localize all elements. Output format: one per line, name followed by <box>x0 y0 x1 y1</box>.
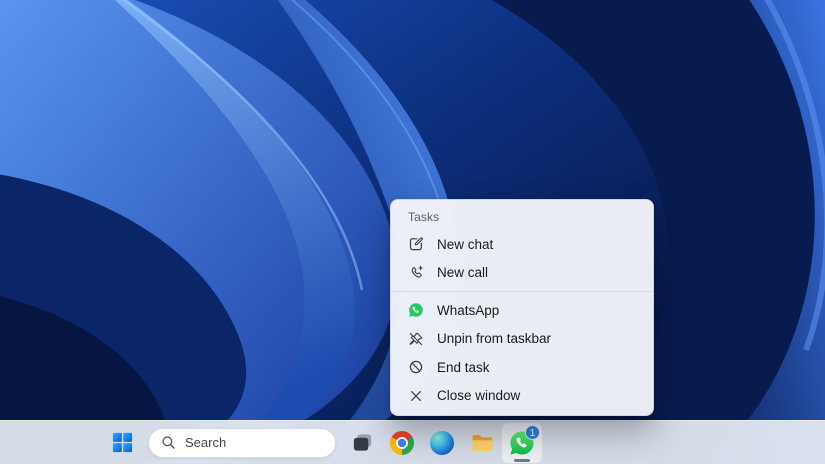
file-explorer-icon <box>470 431 494 455</box>
search-label: Search <box>185 435 226 450</box>
edge-icon <box>430 431 454 455</box>
search-icon <box>161 435 176 450</box>
menu-item-label: Unpin from taskbar <box>437 331 551 346</box>
menu-item-label: WhatsApp <box>437 303 499 318</box>
menu-item-whatsapp[interactable]: WhatsApp <box>391 296 653 325</box>
notification-badge: 1 <box>525 425 540 440</box>
new-chat-icon <box>408 236 424 252</box>
edge-button[interactable] <box>422 423 462 463</box>
task-view-button[interactable] <box>342 423 382 463</box>
whatsapp-icon <box>408 302 424 318</box>
taskbar: Search <box>0 420 825 464</box>
menu-item-close-window[interactable]: Close window <box>391 382 653 411</box>
menu-item-end-task[interactable]: End task <box>391 353 653 382</box>
menu-item-label: End task <box>437 360 490 375</box>
whatsapp-button[interactable]: 1 <box>502 423 542 463</box>
running-indicator <box>514 459 530 462</box>
task-view-icon <box>351 431 374 454</box>
menu-item-unpin-from-taskbar[interactable]: Unpin from taskbar <box>391 325 653 354</box>
new-call-icon <box>408 265 424 281</box>
start-button[interactable] <box>102 423 142 463</box>
unpin-icon <box>408 331 424 347</box>
chrome-button[interactable] <box>382 423 422 463</box>
menu-item-label: Close window <box>437 388 520 403</box>
menu-item-new-call[interactable]: New call <box>391 259 653 288</box>
close-icon <box>408 388 424 404</box>
file-explorer-button[interactable] <box>462 423 502 463</box>
search-box[interactable]: Search <box>148 428 336 458</box>
jumplist-section-label: Tasks <box>391 206 653 230</box>
menu-item-label: New call <box>437 265 488 280</box>
windows-start-icon <box>111 431 134 454</box>
menu-item-new-chat[interactable]: New chat <box>391 230 653 259</box>
chrome-icon <box>390 431 414 455</box>
whatsapp-jumplist-menu: Tasks New chat New call <box>390 199 654 416</box>
taskbar-app-group: Search <box>102 421 542 464</box>
menu-separator <box>392 291 652 292</box>
desktop: Tasks New chat New call <box>0 0 825 464</box>
menu-item-label: New chat <box>437 237 493 252</box>
end-task-icon <box>408 359 424 375</box>
